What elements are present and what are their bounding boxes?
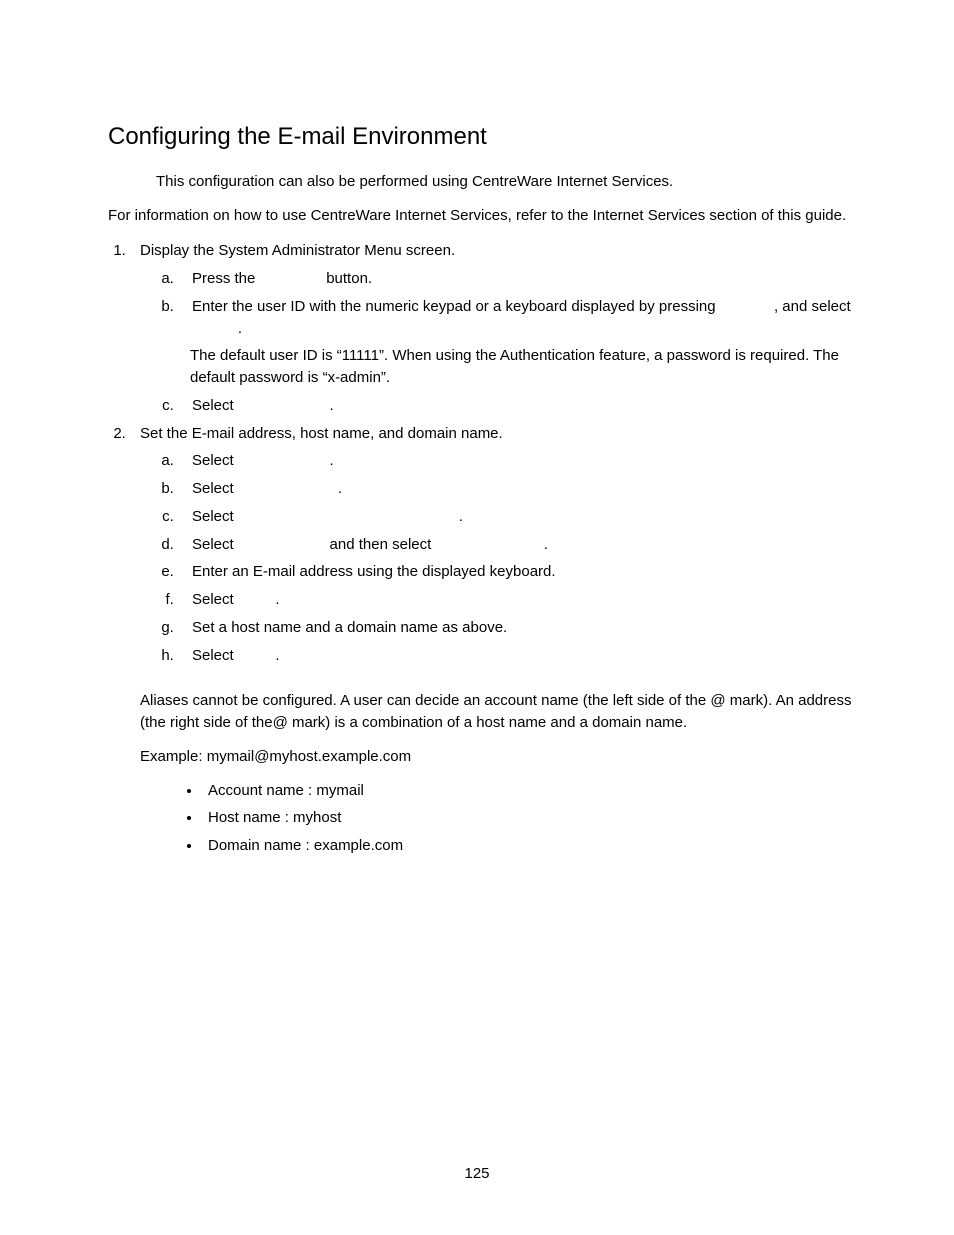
page-heading: Configuring the E-mail Environment — [108, 120, 858, 155]
step-1b: Enter the user ID with the numeric keypa… — [178, 296, 858, 340]
intro-note: This configuration can also be performed… — [156, 171, 858, 193]
step-1b-note: The default user ID is “11111”. When usi… — [190, 345, 858, 389]
numbered-steps: Display the System Administrator Menu sc… — [130, 240, 858, 666]
intro-paragraph: For information on how to use CentreWare… — [108, 205, 858, 227]
example-line: Example: mymail@myhost.example.com — [140, 746, 858, 768]
step-2e: Enter an E-mail address using the displa… — [178, 561, 858, 583]
step-2d: Select and then select . — [178, 534, 858, 556]
step-2: Set the E-mail address, host name, and d… — [130, 423, 858, 667]
step-2f: Select . — [178, 589, 858, 611]
step-1c: Select . — [178, 395, 858, 417]
step-2a: Select . — [178, 450, 858, 472]
step-2c: Select . — [178, 506, 858, 528]
step-2-substeps: Select . Select . Select . Select and th… — [178, 450, 858, 666]
aliases-paragraph: Aliases cannot be configured. A user can… — [140, 690, 858, 734]
step-2-text: Set the E-mail address, host name, and d… — [140, 425, 503, 442]
step-1-substeps-cont: Select . — [178, 395, 858, 417]
step-2b: Select . — [178, 478, 858, 500]
step-2g: Set a host name and a domain name as abo… — [178, 617, 858, 639]
step-2h: Select . — [178, 645, 858, 667]
step-1: Display the System Administrator Menu sc… — [130, 240, 858, 416]
aliases-block: Aliases cannot be configured. A user can… — [140, 690, 858, 857]
bullet-host: Host name : myhost — [202, 807, 858, 829]
example-bullets: Account name : mymail Host name : myhost… — [202, 780, 858, 857]
step-1-text: Display the System Administrator Menu sc… — [140, 242, 455, 259]
bullet-account: Account name : mymail — [202, 780, 858, 802]
step-1a: Press the button. — [178, 268, 858, 290]
page-number: 125 — [0, 1163, 954, 1185]
step-1-substeps: Press the button. Enter the user ID with… — [178, 268, 858, 339]
bullet-domain: Domain name : example.com — [202, 835, 858, 857]
